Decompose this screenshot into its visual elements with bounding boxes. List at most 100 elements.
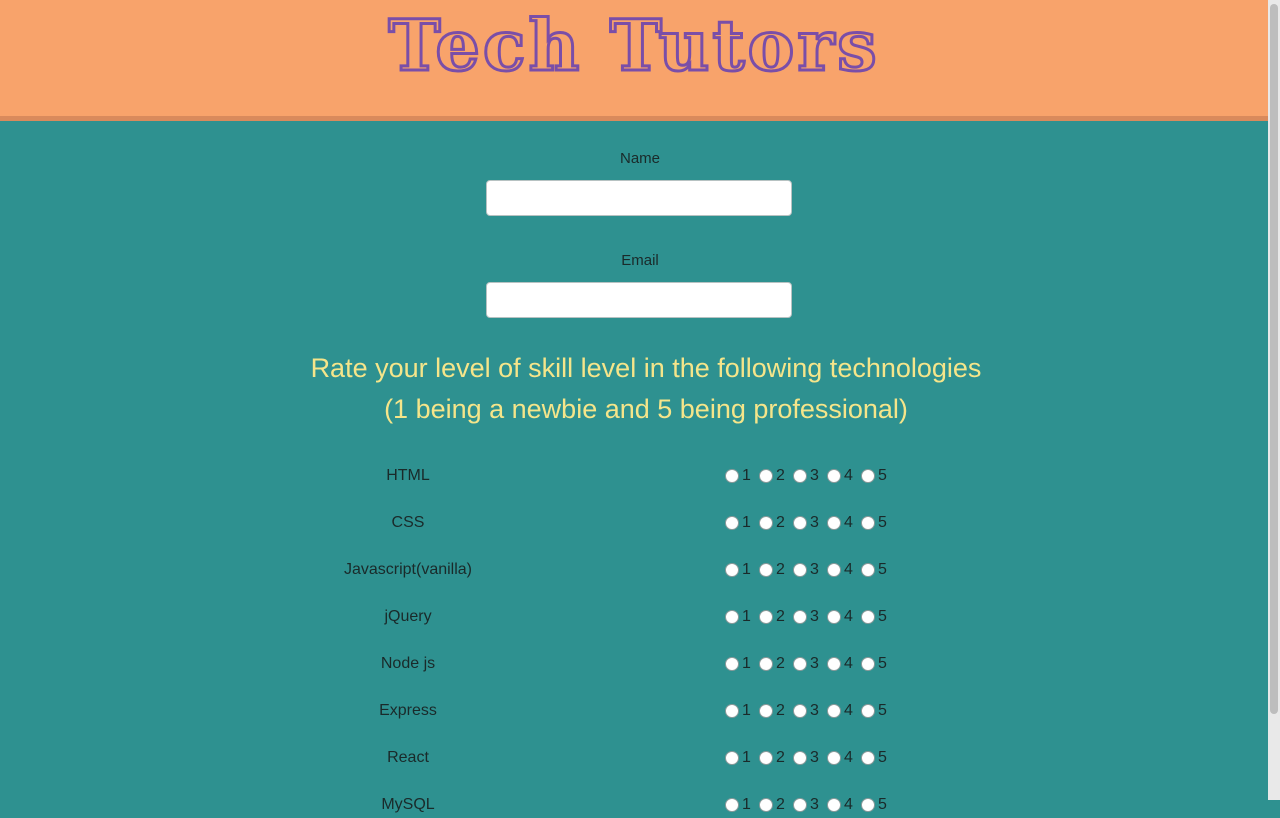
skill-row: CSS 1 2 3 4 5 xyxy=(0,512,1280,536)
rating-radio[interactable] xyxy=(861,751,875,765)
rating-radio[interactable] xyxy=(725,563,739,577)
rating-option-label: 2 xyxy=(776,702,785,719)
rating-radio[interactable] xyxy=(861,704,875,718)
rating-group: 1 2 3 4 5 xyxy=(724,655,894,673)
skill-label: jQuery xyxy=(384,608,432,625)
rating-radio[interactable] xyxy=(725,469,739,483)
skill-row: jQuery 1 2 3 4 5 xyxy=(0,606,1280,630)
rating-radio[interactable] xyxy=(827,704,841,718)
rating-group: 1 2 3 4 5 xyxy=(724,608,894,626)
rating-option-label: 3 xyxy=(810,749,819,766)
scrollbar[interactable] xyxy=(1268,0,1280,800)
instructions-line-2: (1 being a newbie and 5 being profession… xyxy=(384,394,908,424)
rating-option-label: 4 xyxy=(844,702,853,719)
rating-group: 1 2 3 4 5 xyxy=(724,702,894,720)
rating-option-label: 5 xyxy=(878,749,887,766)
rating-option-label: 3 xyxy=(810,514,819,531)
rating-option-label: 4 xyxy=(844,608,853,625)
skill-label: HTML xyxy=(386,467,430,484)
rating-group: 1 2 3 4 5 xyxy=(724,796,894,814)
rating-option-label: 2 xyxy=(776,796,785,813)
rating-radio[interactable] xyxy=(725,704,739,718)
rating-radio[interactable] xyxy=(759,610,773,624)
skill-label: Express xyxy=(379,702,437,719)
rating-option-label: 1 xyxy=(742,702,751,719)
skill-label: Javascript(vanilla) xyxy=(343,561,473,578)
email-input[interactable] xyxy=(486,282,792,318)
rating-radio[interactable] xyxy=(861,798,875,812)
skill-label: Node js xyxy=(380,655,436,672)
rating-option-label: 5 xyxy=(878,608,887,625)
rating-option-label: 5 xyxy=(878,655,887,672)
rating-radio[interactable] xyxy=(725,657,739,671)
brand-title: Tech Tutors xyxy=(387,3,880,89)
scrollbar-thumb[interactable] xyxy=(1270,4,1278,714)
rating-radio[interactable] xyxy=(793,657,807,671)
rating-radio[interactable] xyxy=(861,657,875,671)
rating-radio[interactable] xyxy=(759,469,773,483)
skill-row: Javascript(vanilla) 1 2 3 4 5 xyxy=(0,559,1280,583)
name-label: Name xyxy=(619,150,660,167)
rating-option-label: 5 xyxy=(878,467,887,484)
rating-option-label: 3 xyxy=(810,655,819,672)
rating-radio[interactable] xyxy=(725,610,739,624)
rating-radio[interactable] xyxy=(759,751,773,765)
rating-radio[interactable] xyxy=(827,610,841,624)
skill-row: Express 1 2 3 4 5 xyxy=(0,700,1280,724)
rating-radio[interactable] xyxy=(861,516,875,530)
rating-radio[interactable] xyxy=(827,798,841,812)
rating-option-label: 2 xyxy=(776,749,785,766)
rating-option-label: 1 xyxy=(742,749,751,766)
rating-radio[interactable] xyxy=(725,516,739,530)
rating-group: 1 2 3 4 5 xyxy=(724,467,894,485)
rating-option-label: 4 xyxy=(844,655,853,672)
skill-label: MySQL xyxy=(381,796,435,813)
rating-radio[interactable] xyxy=(725,798,739,812)
rating-radio[interactable] xyxy=(827,657,841,671)
rating-radio[interactable] xyxy=(759,563,773,577)
rating-radio[interactable] xyxy=(793,563,807,577)
rating-radio[interactable] xyxy=(793,469,807,483)
rating-radio[interactable] xyxy=(827,516,841,530)
rating-radio[interactable] xyxy=(759,657,773,671)
rating-group: 1 2 3 4 5 xyxy=(724,514,894,532)
skill-row: Node js 1 2 3 4 5 xyxy=(0,653,1280,677)
rating-option-label: 2 xyxy=(776,608,785,625)
rating-option-label: 2 xyxy=(776,655,785,672)
rating-option-label: 2 xyxy=(776,467,785,484)
rating-group: 1 2 3 4 5 xyxy=(724,561,894,579)
rating-radio[interactable] xyxy=(827,563,841,577)
skill-label: CSS xyxy=(391,514,425,531)
rating-radio[interactable] xyxy=(827,469,841,483)
instructions-line-1: Rate your level of skill level in the fo… xyxy=(310,353,982,383)
rating-radio[interactable] xyxy=(793,516,807,530)
rating-radio[interactable] xyxy=(793,704,807,718)
skill-row: React 1 2 3 4 5 xyxy=(0,747,1280,771)
skill-label: React xyxy=(387,749,429,766)
email-label: Email xyxy=(621,252,659,269)
rating-option-label: 2 xyxy=(776,561,785,578)
rating-radio[interactable] xyxy=(861,610,875,624)
rating-radio[interactable] xyxy=(827,751,841,765)
rating-option-label: 5 xyxy=(878,796,887,813)
rating-option-label: 4 xyxy=(844,749,853,766)
rating-option-label: 3 xyxy=(810,561,819,578)
rating-radio[interactable] xyxy=(861,469,875,483)
rating-option-label: 1 xyxy=(742,467,751,484)
rating-option-label: 4 xyxy=(844,796,853,813)
rating-option-label: 3 xyxy=(810,608,819,625)
rating-radio[interactable] xyxy=(793,610,807,624)
rating-radio[interactable] xyxy=(759,516,773,530)
rating-radio[interactable] xyxy=(759,704,773,718)
name-input[interactable] xyxy=(486,180,792,216)
rating-option-label: 4 xyxy=(844,467,853,484)
rating-radio[interactable] xyxy=(725,751,739,765)
rating-option-label: 5 xyxy=(878,514,887,531)
rating-radio[interactable] xyxy=(759,798,773,812)
rating-radio[interactable] xyxy=(793,751,807,765)
rating-option-label: 5 xyxy=(878,702,887,719)
skill-row: HTML 1 2 3 4 5 xyxy=(0,465,1280,489)
rating-radio[interactable] xyxy=(861,563,875,577)
site-header: Tech Tutors xyxy=(0,0,1268,121)
rating-radio[interactable] xyxy=(793,798,807,812)
